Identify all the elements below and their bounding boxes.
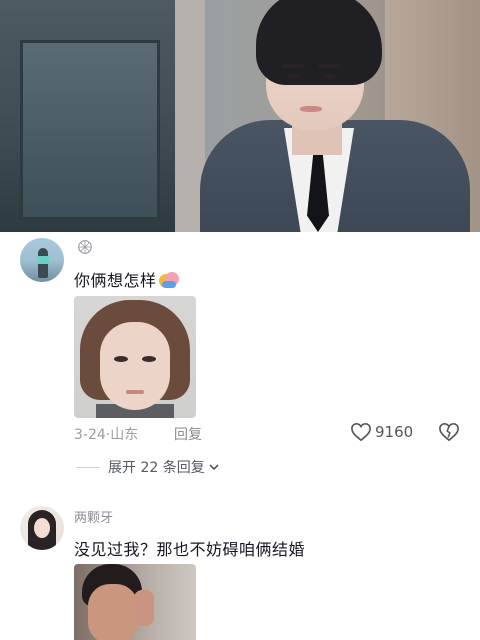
avatar-figure-top	[37, 256, 49, 264]
video-frame[interactable]	[0, 0, 480, 232]
like-count: 9160	[375, 423, 414, 441]
comment-image[interactable]	[74, 296, 196, 418]
person-eye	[286, 74, 300, 79]
comment-username[interactable]: 两颗牙	[74, 507, 113, 526]
person-eye	[322, 74, 336, 79]
comment-text: 你俩想怎样	[74, 267, 179, 291]
comment-item: 你俩想怎样 3-24·山东 回复 9160 展开 22 条回复	[0, 232, 480, 490]
like-button[interactable]: 9160	[350, 422, 413, 442]
person-hair	[256, 0, 382, 85]
comment-location: 山东	[110, 427, 139, 443]
expand-replies-label: 展开 22 条回复	[108, 460, 205, 476]
comment-text: 没见过我？那也不妨碍咱俩结婚	[74, 540, 306, 559]
person-brow	[318, 64, 340, 68]
avatar[interactable]	[20, 506, 64, 550]
person-brow	[282, 64, 304, 68]
comment-date: 3-24	[74, 427, 106, 443]
badge-icon	[78, 240, 92, 254]
comment-meta: 3-24·山东	[74, 424, 138, 444]
avatar[interactable]	[20, 238, 64, 282]
expand-replies-button[interactable]: 展开 22 条回复	[76, 457, 220, 477]
chevron-down-icon	[209, 464, 219, 471]
broken-heart-icon[interactable]	[438, 422, 460, 442]
comment-image[interactable]	[74, 564, 196, 640]
couple-hug-emoji-icon	[158, 271, 179, 289]
divider-line	[76, 466, 100, 468]
heart-icon	[351, 422, 371, 442]
reply-button[interactable]: 回复	[174, 424, 202, 444]
person-lips	[300, 106, 322, 112]
comment-item: 两颗牙 没见过我？那也不妨碍咱俩结婚	[0, 500, 480, 640]
background-window	[20, 40, 160, 220]
comment-text-content: 你俩想怎样	[74, 271, 157, 290]
